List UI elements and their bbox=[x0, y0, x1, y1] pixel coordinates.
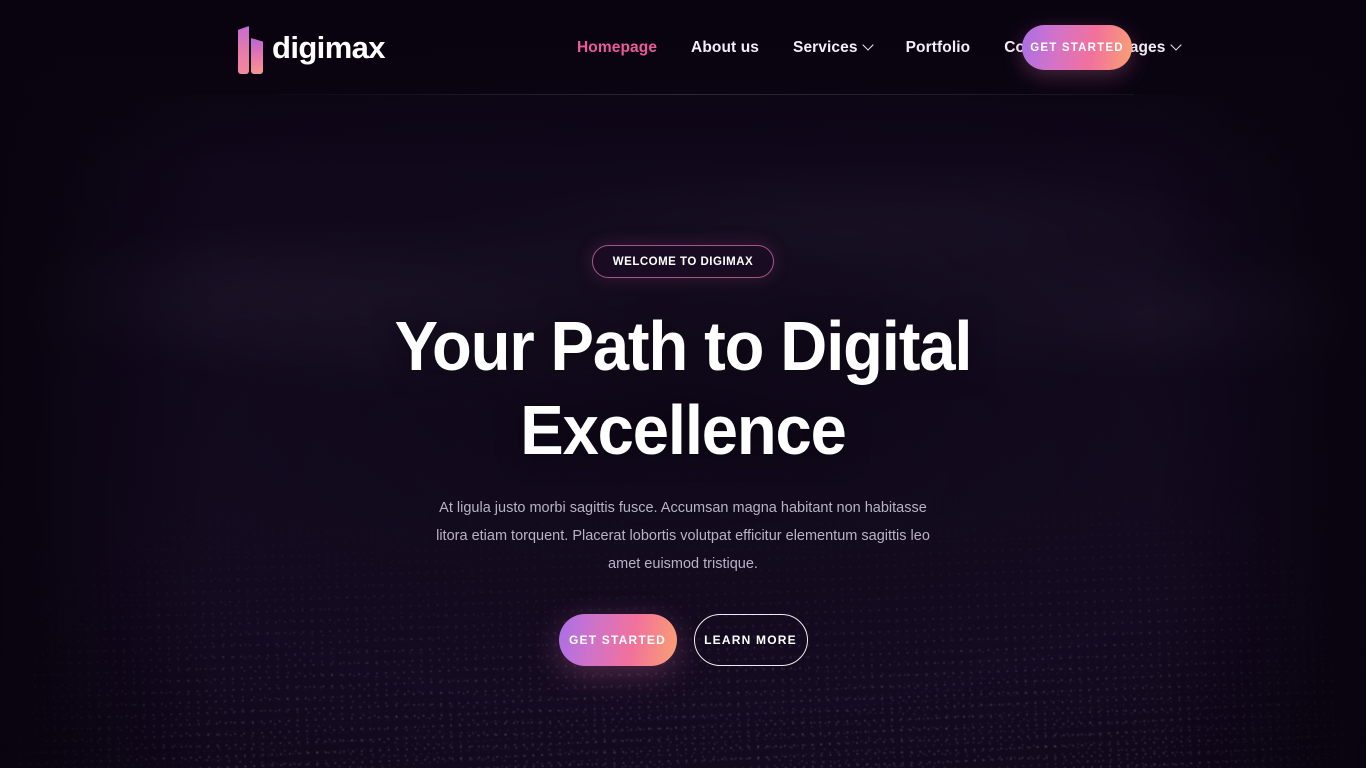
nav-item-homepage[interactable]: Homepage bbox=[560, 39, 674, 57]
nav-item-services[interactable]: Services bbox=[776, 39, 889, 57]
digimax-bars-logo-icon bbox=[238, 16, 263, 74]
nav-label: Services bbox=[793, 38, 858, 56]
chevron-down-icon bbox=[1169, 38, 1182, 51]
landing-page: digimax Homepage About us Services Portf… bbox=[0, 0, 1366, 768]
hero-cta-row: GET STARTED LEARN MORE bbox=[558, 614, 808, 666]
site-header: digimax Homepage About us Services Portf… bbox=[0, 0, 1366, 95]
brand-logo[interactable]: digimax bbox=[238, 16, 386, 74]
headline-line-2: Excellence bbox=[520, 391, 847, 469]
nav-item-portfolio[interactable]: Portfolio bbox=[889, 39, 988, 57]
page-title: Your Path to Digital Excellence bbox=[330, 304, 1037, 472]
nav-item-about-us[interactable]: About us bbox=[674, 39, 776, 57]
hero-paragraph: At ligula justo morbi sagittis fusce. Ac… bbox=[436, 500, 930, 572]
nav-label: Homepage bbox=[577, 38, 658, 56]
nav-label: Portfolio bbox=[905, 38, 971, 56]
hero-section: WELCOME TO DIGIMAX Your Path to Digital … bbox=[0, 95, 1366, 768]
hero-get-started-button[interactable]: GET STARTED bbox=[558, 614, 677, 666]
header-divider bbox=[232, 94, 1134, 95]
welcome-badge: WELCOME TO DIGIMAX bbox=[591, 245, 775, 278]
hero-learn-more-button[interactable]: LEARN MORE bbox=[693, 614, 808, 666]
nav-label: About us bbox=[691, 38, 760, 56]
chevron-down-icon bbox=[861, 38, 874, 51]
brand-name: digimax bbox=[272, 29, 386, 65]
headline-line-1: Your Path to Digital bbox=[394, 307, 973, 385]
header-get-started-button[interactable]: GET STARTED bbox=[1022, 25, 1132, 70]
